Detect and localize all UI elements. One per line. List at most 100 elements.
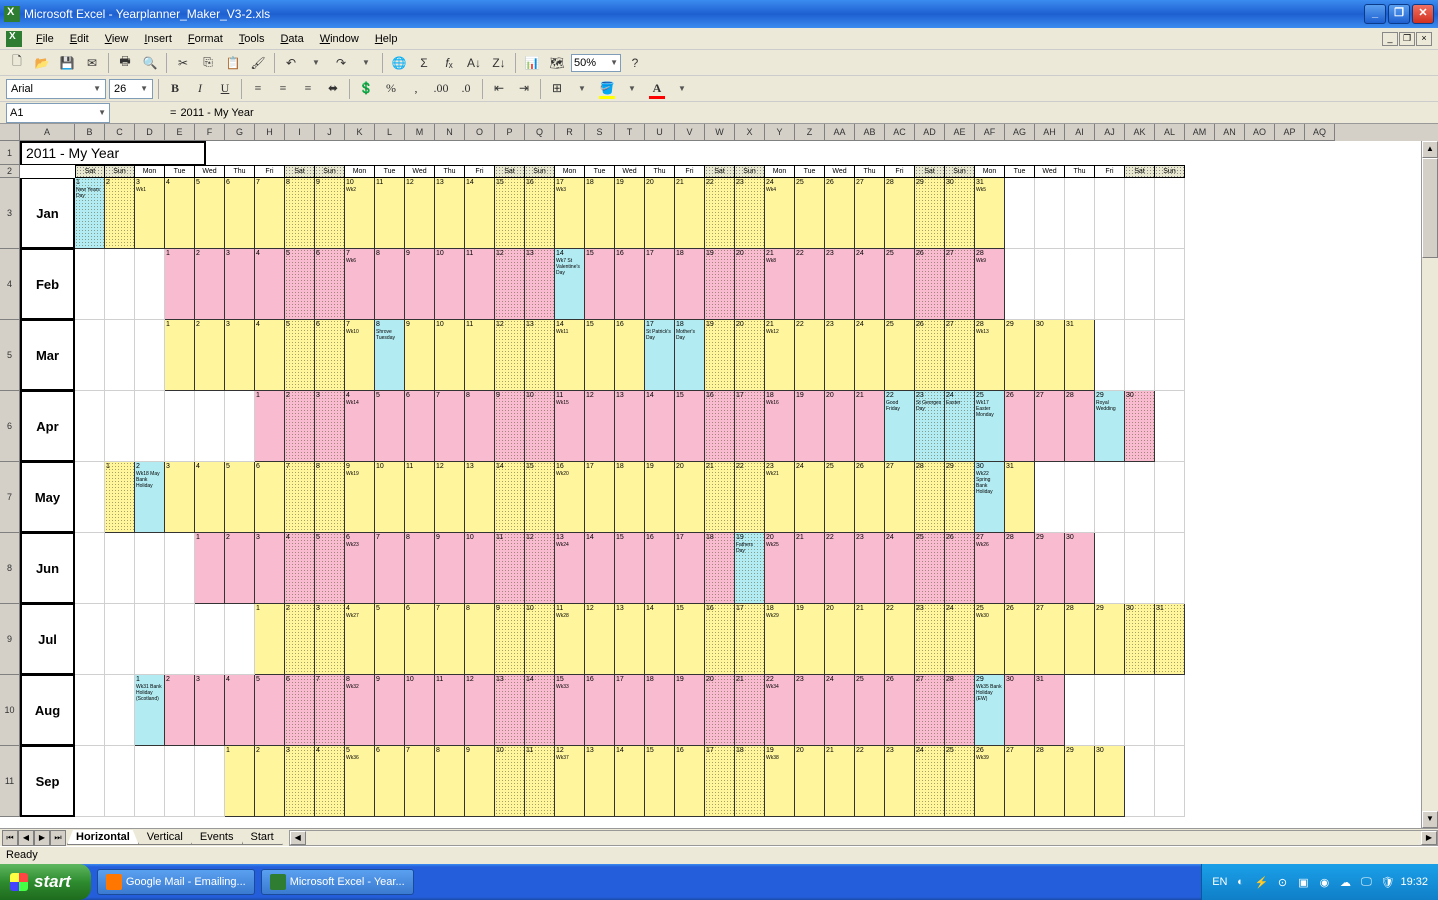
day-cell[interactable]: 3	[225, 320, 255, 391]
empty-cell[interactable]	[195, 604, 225, 675]
open-button[interactable]: 📂	[31, 52, 53, 74]
row-header[interactable]: 10	[0, 675, 20, 746]
col-header[interactable]: P	[495, 124, 525, 141]
day-cell[interactable]: 8	[315, 462, 345, 533]
percent-button[interactable]: %	[380, 78, 402, 100]
font-color-button[interactable]: A	[646, 78, 668, 100]
day-cell[interactable]: 28	[945, 675, 975, 746]
day-cell[interactable]: 15Wk33	[555, 675, 585, 746]
day-cell[interactable]: 2	[105, 178, 135, 249]
tab-prev-button[interactable]: ◀	[18, 830, 34, 846]
day-cell[interactable]: 6	[255, 462, 285, 533]
fill-color-button[interactable]: 🪣	[596, 78, 618, 100]
empty-cell[interactable]	[1155, 462, 1185, 533]
day-cell[interactable]: 20	[825, 391, 855, 462]
day-cell[interactable]: 1	[165, 249, 195, 320]
day-cell[interactable]: 12	[495, 320, 525, 391]
day-cell[interactable]: 26	[945, 533, 975, 604]
day-cell[interactable]: 9	[375, 675, 405, 746]
col-header[interactable]: AB	[855, 124, 885, 141]
day-cell[interactable]: 4Wk14	[345, 391, 375, 462]
day-cell[interactable]: 19Wk38	[765, 746, 795, 817]
map-button[interactable]: 🗺	[546, 52, 568, 74]
day-cell[interactable]: 12	[435, 462, 465, 533]
col-header[interactable]: W	[705, 124, 735, 141]
day-cell[interactable]: 13	[465, 462, 495, 533]
day-cell[interactable]: 26	[915, 320, 945, 391]
merge-button[interactable]: ⬌	[322, 78, 344, 100]
day-cell[interactable]: 5	[225, 462, 255, 533]
day-cell[interactable]: 15	[615, 533, 645, 604]
day-cell[interactable]: 12	[585, 391, 615, 462]
col-header[interactable]: AJ	[1095, 124, 1125, 141]
col-header[interactable]: AP	[1275, 124, 1305, 141]
day-cell[interactable]: 31	[1155, 604, 1185, 675]
day-cell[interactable]: 10Wk2	[345, 178, 375, 249]
day-cell[interactable]: 14	[645, 391, 675, 462]
underline-button[interactable]: U	[214, 78, 236, 100]
day-cell[interactable]: 10	[435, 320, 465, 391]
day-cell[interactable]: 28Wk9	[975, 249, 1005, 320]
day-cell[interactable]: 8	[435, 746, 465, 817]
day-cell[interactable]: 27	[1035, 391, 1065, 462]
empty-cell[interactable]	[1125, 249, 1155, 320]
tray-icon[interactable]: ☁	[1337, 874, 1353, 890]
row-header[interactable]: 1	[0, 141, 20, 165]
cut-button[interactable]: ✂	[172, 52, 194, 74]
day-cell[interactable]: 7	[435, 604, 465, 675]
day-cell[interactable]: 26Wk39	[975, 746, 1005, 817]
empty-cell[interactable]	[1125, 462, 1155, 533]
doc-minimize-button[interactable]: _	[1382, 32, 1398, 46]
day-cell[interactable]: 18	[615, 462, 645, 533]
day-cell[interactable]: 22	[855, 746, 885, 817]
doc-close-button[interactable]: ×	[1416, 32, 1432, 46]
empty-cell[interactable]	[1005, 249, 1035, 320]
empty-cell[interactable]	[135, 391, 165, 462]
day-cell[interactable]: 31Wk5	[975, 178, 1005, 249]
day-cell[interactable]: 9	[405, 320, 435, 391]
empty-cell[interactable]	[105, 675, 135, 746]
day-cell[interactable]: 26	[885, 675, 915, 746]
row-header[interactable]: 9	[0, 604, 20, 675]
menu-window[interactable]: Window	[312, 31, 367, 47]
col-header[interactable]: K	[345, 124, 375, 141]
empty-cell[interactable]	[135, 249, 165, 320]
empty-cell[interactable]	[1155, 249, 1185, 320]
row-header[interactable]: 6	[0, 391, 20, 462]
day-cell[interactable]: 30Wk22 Spring Bank Holiday	[975, 462, 1005, 533]
day-cell[interactable]: 10	[495, 746, 525, 817]
day-cell[interactable]: 12	[585, 604, 615, 675]
day-cell[interactable]: 29	[945, 462, 975, 533]
day-cell[interactable]: 9	[465, 746, 495, 817]
day-cell[interactable]: 23	[915, 604, 945, 675]
day-cell[interactable]: 17	[645, 249, 675, 320]
day-cell[interactable]: 19	[675, 675, 705, 746]
empty-cell[interactable]	[165, 746, 195, 817]
empty-cell[interactable]	[1095, 178, 1125, 249]
day-cell[interactable]: 26	[915, 249, 945, 320]
col-header[interactable]: AD	[915, 124, 945, 141]
day-cell[interactable]: 17	[735, 604, 765, 675]
day-cell[interactable]: 6Wk23	[345, 533, 375, 604]
day-cell[interactable]: 24	[855, 320, 885, 391]
select-all-button[interactable]	[0, 124, 20, 141]
day-cell[interactable]: 7	[405, 746, 435, 817]
day-cell[interactable]: 18	[675, 249, 705, 320]
day-cell[interactable]: 25Wk17 Easter Monday	[975, 391, 1005, 462]
day-cell[interactable]: 11	[405, 462, 435, 533]
system-tray[interactable]: EN ◐ ⚡ ⊙ ▣ ◉ ☁ 🖵 🛡 19:32	[1201, 864, 1438, 900]
day-cell[interactable]: 9	[315, 178, 345, 249]
empty-cell[interactable]	[1155, 746, 1185, 817]
day-cell[interactable]: 9Wk19	[345, 462, 375, 533]
day-cell[interactable]: 3	[315, 391, 345, 462]
day-cell[interactable]: 28	[1065, 391, 1095, 462]
day-cell[interactable]: 28	[1065, 604, 1095, 675]
day-cell[interactable]: 2	[165, 675, 195, 746]
day-cell[interactable]: 13	[435, 178, 465, 249]
day-cell[interactable]: 13	[525, 249, 555, 320]
col-header[interactable]: J	[315, 124, 345, 141]
day-cell[interactable]: 3Wk1	[135, 178, 165, 249]
dec-indent-button[interactable]: ⇤	[488, 78, 510, 100]
col-header[interactable]: Q	[525, 124, 555, 141]
inc-decimal-button[interactable]: .00	[430, 78, 452, 100]
